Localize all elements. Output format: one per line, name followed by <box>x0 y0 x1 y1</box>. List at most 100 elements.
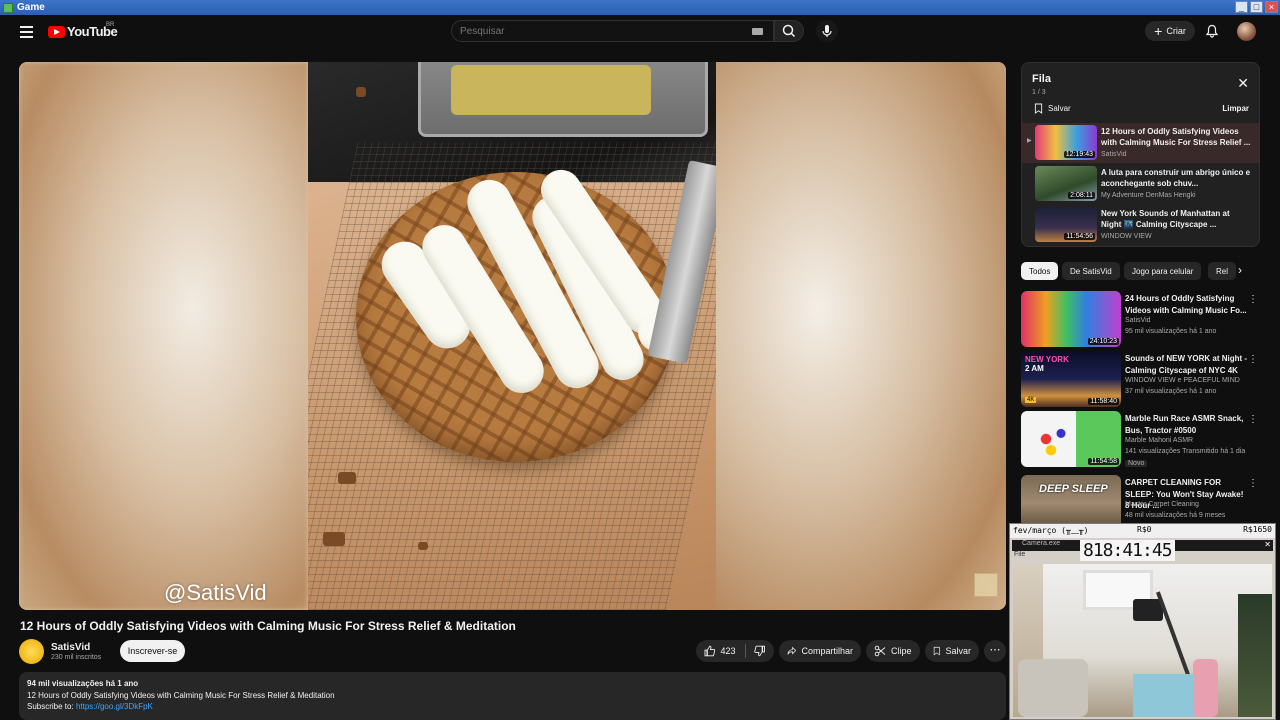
chip-jogo-para-celular[interactable]: Jogo para celular <box>1124 262 1202 280</box>
recommendation-meta: 141 visualizações Transmitido há 1 dia <box>1125 448 1246 455</box>
chip-de-satisvid[interactable]: De SatisVid <box>1062 262 1120 280</box>
chair <box>1018 659 1088 717</box>
pan <box>418 62 708 137</box>
masthead: YouTube BR +Criar <box>0 15 1280 51</box>
subscriber-count: 230 mil inscritos <box>51 654 102 661</box>
recommendation-title: Marble Run Race ASMR Snack, Bus, Tractor… <box>1125 414 1244 435</box>
recommendation-title: 24 Hours of Oddly Satisfying Videos with… <box>1125 294 1247 315</box>
like-dislike-group: 423 <box>696 640 774 662</box>
bookmark-icon <box>933 646 940 656</box>
recommendation-item[interactable]: NEW YORK 2 AM 4K 11:58:40 Sounds of NEW … <box>1021 351 1260 407</box>
filter-chips: Todos De SatisVid Jogo para celular Rel <box>1021 262 1260 280</box>
chip-related[interactable]: Rel <box>1208 262 1237 280</box>
more-actions-button[interactable]: ⋯ <box>984 640 1006 662</box>
camera-overlay-window: fev/março (╥﹏╥) R$0 R$1650 Camera.exe ✕ … <box>1009 523 1276 720</box>
webcam-feed <box>1013 564 1272 717</box>
share-icon <box>787 646 797 655</box>
blurred-backdrop-right <box>716 62 1006 610</box>
view-stats: 94 mil visualizações há 1 ano <box>27 679 139 688</box>
save-button[interactable]: Salvar <box>925 640 979 662</box>
overlay-menu-file[interactable]: File <box>1014 551 1025 558</box>
description-box[interactable]: 94 mil visualizações há 1 ano 12 Hours o… <box>19 672 1006 720</box>
bookmark-icon <box>1034 103 1043 114</box>
duration-badge: 12:19:43 <box>1063 151 1095 158</box>
more-vert-icon[interactable]: ⋮ <box>1248 414 1258 425</box>
voice-search-button[interactable] <box>816 20 838 42</box>
share-button[interactable]: Compartilhar <box>779 640 861 662</box>
close-icon[interactable]: ✕ <box>1264 540 1271 549</box>
clip-button[interactable]: Clipe <box>866 640 920 662</box>
recommendation-item[interactable]: 11:54:58 Marble Run Race ASMR Snack, Bus… <box>1021 411 1260 467</box>
more-vert-icon[interactable]: ⋮ <box>1248 294 1258 305</box>
scissors-icon <box>874 645 886 657</box>
overlay-app-title: Camera.exe <box>1022 540 1061 547</box>
queue-clear-button[interactable]: Limpar <box>1222 104 1249 113</box>
bell-icon <box>1205 24 1219 38</box>
recommendation-thumbnail: 11:54:58 <box>1021 411 1121 467</box>
recommendation-item[interactable]: 24:10:23 24 Hours of Oddly Satisfying Vi… <box>1021 291 1260 347</box>
recommendation-meta: 48 mil visualizações há 9 meses <box>1125 512 1226 519</box>
close-icon[interactable]: ✕ <box>1237 75 1249 92</box>
thumbnail-text: NEW YORK <box>1025 355 1069 364</box>
queue-item[interactable]: 11:54:56 New York Sounds of Manhattan at… <box>1022 205 1259 245</box>
account-avatar[interactable] <box>1237 22 1256 41</box>
window-titlebar: Game _ □ × <box>0 0 1280 15</box>
queue-save-button[interactable]: Salvar <box>1034 103 1071 114</box>
queue-thumbnail: 2:08:11 <box>1035 166 1097 201</box>
search-box[interactable] <box>451 20 774 42</box>
more-vert-icon[interactable]: ⋮ <box>1248 478 1258 489</box>
duration-badge: 2:08:11 <box>1068 192 1095 199</box>
more-vert-icon[interactable]: ⋮ <box>1248 354 1258 365</box>
create-label: Criar <box>1166 26 1186 36</box>
youtube-logo[interactable]: YouTube BR <box>48 22 118 39</box>
subscribe-link[interactable]: https://goo.gl/3DkFpK <box>76 702 153 711</box>
recommendation-channel: SatisVid <box>1125 317 1151 324</box>
duration-badge: 11:54:56 <box>1064 233 1095 240</box>
duration-badge: 24:10:23 <box>1087 338 1119 345</box>
stream-timer: 818:41:45 <box>1080 540 1175 561</box>
duration-badge: 11:54:58 <box>1088 458 1119 465</box>
queue-item-channel: WINDOW VIEW <box>1101 233 1152 240</box>
queue-item[interactable]: 2:08:11 A luta para construir um abrigo … <box>1022 164 1259 204</box>
recommendation-meta: 95 mil visualizações há 1 ano <box>1125 328 1217 335</box>
queue-item-channel: SatisVid <box>1101 151 1127 158</box>
notifications-button[interactable] <box>1205 24 1219 43</box>
queue-item-title: A luta para construir um abrigo único e … <box>1101 168 1251 188</box>
close-window-button[interactable]: × <box>1265 1 1278 13</box>
channel-name[interactable]: SatisVid <box>51 642 90 653</box>
queue-item[interactable]: ▶ 12:19:43 12 Hours of Oddly Satisfying … <box>1022 123 1259 163</box>
video-frame <box>308 62 716 610</box>
camera <box>1133 599 1163 621</box>
microphone-icon <box>822 25 832 37</box>
overlay-goal-bar: fev/março (╥﹏╥) R$0 R$1650 <box>1010 524 1275 538</box>
menu-icon[interactable] <box>20 26 33 38</box>
thumbs-up-icon[interactable] <box>704 645 716 657</box>
queue-panel: Fila 1 / 3 ✕ Salvar Limpar ▶ 12:19:43 12… <box>1021 62 1260 247</box>
like-count[interactable]: 423 <box>721 646 736 656</box>
duration-badge: 11:58:40 <box>1088 398 1119 405</box>
recommendation-thumbnail: 24:10:23 <box>1021 291 1121 347</box>
goal-label: fev/março (╥﹏╥) <box>1013 526 1089 535</box>
description-line: 12 Hours of Oddly Satisfying Videos with… <box>27 690 335 700</box>
4k-badge: 4K <box>1025 397 1037 403</box>
plus-icon: + <box>1154 23 1163 39</box>
search-button[interactable] <box>774 20 804 42</box>
channel-watermark-logo[interactable] <box>974 573 998 597</box>
youtube-play-icon <box>48 25 65 38</box>
minimize-button[interactable]: _ <box>1235 1 1248 13</box>
chip-todos[interactable]: Todos <box>1021 262 1059 280</box>
save-label: Salvar <box>945 646 971 656</box>
restore-button[interactable]: □ <box>1250 1 1263 13</box>
video-player[interactable]: @SatisVid <box>19 62 1006 610</box>
clip-label: Clipe <box>891 646 912 656</box>
search-input[interactable] <box>460 26 740 37</box>
recommendation-title: Sounds of NEW YORK at Night - Calming Ci… <box>1125 354 1248 375</box>
description-subscribe-line: Subscribe to: https://goo.gl/3DkFpK <box>27 701 998 713</box>
keyboard-icon[interactable] <box>752 28 763 35</box>
subscribe-button[interactable]: Inscrever-se <box>120 640 185 662</box>
chevron-right-icon[interactable]: › <box>1238 263 1242 277</box>
thumbs-down-icon[interactable] <box>754 645 766 657</box>
create-button[interactable]: + Criar <box>1145 21 1195 41</box>
thumbnail-text: 2 AM <box>1025 364 1044 373</box>
channel-avatar[interactable] <box>19 639 44 664</box>
